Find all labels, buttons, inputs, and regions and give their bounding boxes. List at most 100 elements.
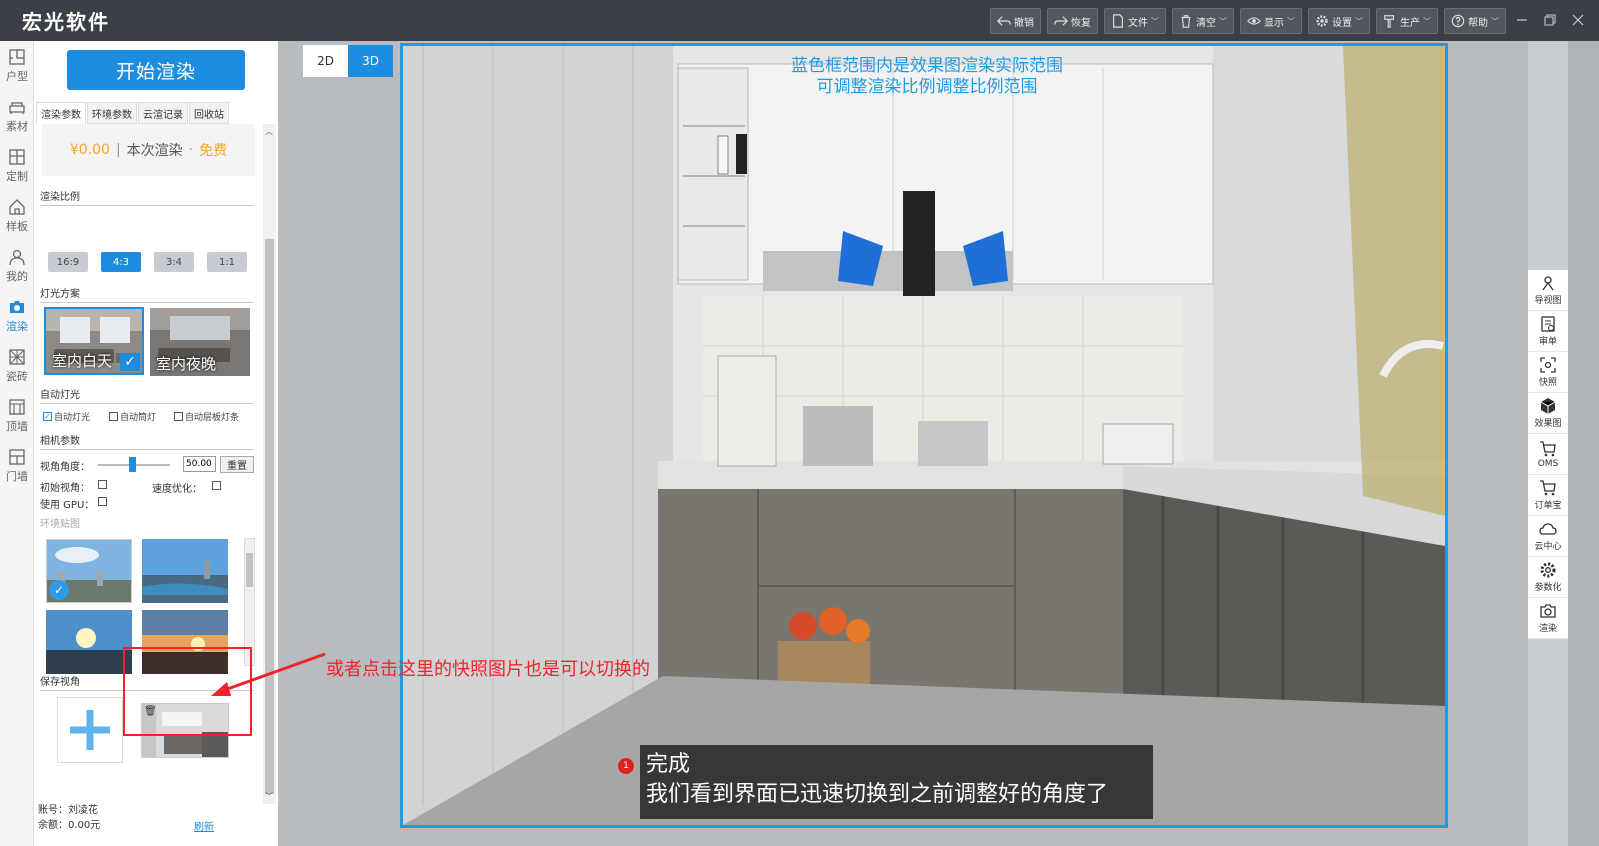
app-title: 宏光软件 — [22, 10, 110, 34]
add-view-button[interactable] — [57, 697, 123, 763]
scroll-down-icon[interactable]: ﹀ — [265, 791, 273, 802]
nav-custom[interactable]: 定制 — [0, 141, 34, 191]
restore-button[interactable] — [1539, 9, 1561, 31]
ratio-3-4-button[interactable]: 3:4 — [154, 252, 194, 272]
settings-menu-button[interactable]: 设置 ﹀ — [1308, 8, 1370, 34]
fov-reset-button[interactable]: 重置 — [220, 456, 254, 473]
file-icon — [1113, 14, 1123, 28]
render-range-note: 蓝色框范围内是效果图渲染实际范围 可调整渲染比例调整比例范围 — [403, 56, 1445, 98]
main-toolbar: 撤销 恢复 文件 ﹀ 清空 ﹀ 显示 ﹀ 设置 ﹀ 生产 ﹀ 帮助 ﹀ — [990, 8, 1506, 34]
floorplan-icon — [9, 49, 25, 65]
display-menu-button[interactable]: 显示 ﹀ — [1240, 8, 1302, 34]
effect-image-button[interactable]: 效果图 — [1528, 393, 1568, 434]
nav-door[interactable]: 门墙 — [0, 441, 34, 491]
nav-label: 素材 — [6, 120, 28, 133]
scene-viewport[interactable]: 2D 3D 蓝色框范围内是效果图渲染实际范围 可调整渲染比例调整比例范围 — [278, 41, 1528, 846]
nav-label: 定制 — [6, 170, 28, 183]
nav-ceiling[interactable]: 顶墙 — [0, 391, 34, 441]
price-free: 免费 — [199, 143, 228, 159]
undo-button[interactable]: 撤销 — [990, 8, 1041, 34]
speed-label: 速度优化： — [152, 484, 202, 495]
cloud-center-button[interactable]: 云中心 — [1528, 516, 1568, 557]
price-box: ¥0.00 | 本次渲染 · 免费 — [42, 124, 255, 176]
env-thumb-3[interactable] — [46, 610, 132, 674]
subtitle-line-2: 我们看到界面已迅速切换到之前调整好的角度了 — [646, 782, 1109, 807]
right-label: 审单 — [1538, 337, 1557, 347]
chevron-down-icon: ﹀ — [1491, 16, 1499, 26]
auto-downlight-checkbox[interactable]: 自动筒灯 — [109, 410, 156, 423]
tab-render-params[interactable]: 渲染参数 — [36, 102, 86, 124]
display-label: 显示 — [1264, 17, 1284, 29]
refresh-link[interactable]: 刷新 — [194, 818, 214, 833]
scroll-up-icon[interactable]: ︿ — [265, 126, 273, 137]
parametric-button[interactable]: 参数化 — [1528, 557, 1568, 598]
nav-floorplan[interactable]: 户型 — [0, 41, 34, 91]
snapshot-icon — [1540, 357, 1556, 373]
review-button[interactable]: 审单 — [1528, 311, 1568, 352]
env-thumb-2[interactable] — [142, 539, 228, 603]
snapshot-button[interactable]: 快照 — [1528, 352, 1568, 393]
gpu-checkbox[interactable] — [98, 497, 107, 506]
oms-button[interactable]: OMS — [1528, 434, 1568, 475]
redo-button[interactable]: 恢复 — [1047, 8, 1098, 34]
selected-check-icon: ✓ — [49, 580, 69, 600]
ratio-1-1-button[interactable]: 1:1 — [207, 252, 247, 272]
tab-cloud-records[interactable]: 云渲记录 — [138, 102, 188, 124]
order-treasure-button[interactable]: 订单宝 — [1528, 475, 1568, 516]
ratio-4-3-button[interactable]: 4:3 — [101, 252, 141, 272]
nav-label: 样板 — [6, 220, 28, 233]
production-menu-button[interactable]: 生产 ﹀ — [1376, 8, 1438, 34]
right-label: 渲染 — [1538, 624, 1557, 634]
account-info: 账号：刘凌花 余额：0.00元 — [38, 803, 100, 833]
checkbox-label: 自动层板灯条 — [185, 413, 240, 423]
fov-label: 视角角度： — [40, 462, 90, 473]
nav-tile[interactable]: 瓷砖 — [0, 341, 34, 391]
speed-checkbox[interactable] — [212, 481, 221, 490]
env-thumb-1[interactable]: ✓ — [46, 539, 132, 603]
guide-view-button[interactable]: 导视图 — [1528, 270, 1568, 311]
auto-light-checkbox[interactable]: ✓ 自动灯光 — [43, 410, 90, 423]
help-menu-button[interactable]: 帮助 ﹀ — [1444, 8, 1506, 34]
title-bar: 宏光软件 撤销 恢复 文件 ﹀ 清空 ﹀ 显示 ﹀ 设置 ﹀ 生产 ﹀ 帮助 ﹀ — [0, 0, 1599, 41]
close-button[interactable] — [1567, 9, 1589, 31]
nav-render[interactable]: 渲染 — [0, 291, 34, 341]
file-menu-button[interactable]: 文件 ﹀ — [1104, 8, 1166, 34]
init-view-checkbox[interactable] — [98, 480, 107, 489]
house-icon — [9, 199, 25, 215]
fov-input[interactable] — [183, 456, 216, 472]
clear-label: 清空 — [1196, 17, 1216, 29]
cart-icon — [1540, 440, 1556, 456]
compass-icon — [1542, 276, 1554, 291]
render-side-button[interactable]: 渲染 — [1528, 598, 1568, 639]
tab-env-params[interactable]: 环境参数 — [87, 102, 137, 124]
view-3d-button[interactable]: 3D — [348, 45, 393, 77]
light-card-night[interactable]: 室内夜晚 — [150, 308, 250, 376]
nav-template[interactable]: 样板 — [0, 191, 34, 241]
plus-icon — [70, 710, 110, 750]
clear-menu-button[interactable]: 清空 ﹀ — [1172, 8, 1234, 34]
left-nav: 户型 素材 定制 样板 我的 渲染 瓷砖 顶墙 门墙 — [0, 41, 34, 846]
hammer-icon — [1384, 15, 1395, 28]
nav-material[interactable]: 素材 — [0, 91, 34, 141]
ratio-16-9-button[interactable]: 16:9 — [48, 252, 88, 272]
nav-label: 我的 — [6, 270, 28, 283]
panel-scrollbar-thumb[interactable] — [265, 239, 274, 794]
document-icon — [1541, 316, 1555, 332]
eye-icon — [1247, 17, 1261, 25]
cart-icon — [1540, 480, 1556, 496]
fov-slider-handle[interactable] — [129, 457, 136, 472]
right-toolbar: 导视图 审单 快照 效果图 OMS 订单宝 云中心 参数化 渲染 — [1528, 270, 1568, 640]
nav-mine[interactable]: 我的 — [0, 241, 34, 291]
right-label: 订单宝 — [1534, 501, 1562, 511]
annotation-callout: 或者点击这里的快照图片也是可以切换的 — [326, 659, 650, 680]
start-render-button[interactable]: 开始渲染 — [67, 50, 245, 90]
tab-recycle-bin[interactable]: 回收站 — [189, 102, 229, 124]
env-scrollbar-thumb[interactable] — [246, 553, 253, 587]
camera-icon — [1540, 604, 1556, 618]
auto-strip-light-checkbox[interactable]: 自动层板灯条 — [174, 410, 239, 423]
view-2d-button[interactable]: 2D — [303, 45, 348, 77]
init-view-label: 初始视角： — [40, 483, 90, 494]
light-card-day[interactable]: 室内白天 ✓ — [44, 307, 144, 375]
minimize-button[interactable] — [1511, 9, 1533, 31]
annotation-arrow — [211, 652, 326, 696]
